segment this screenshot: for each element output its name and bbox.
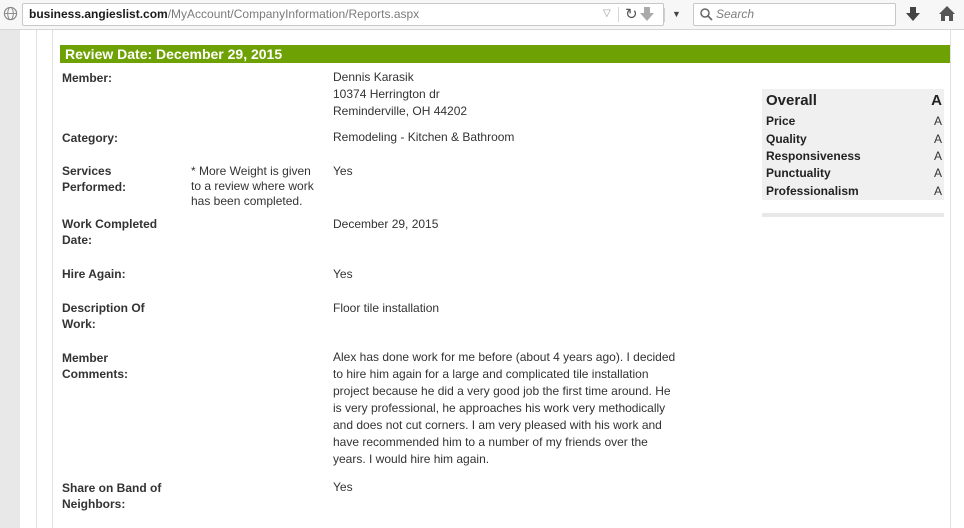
work-completed-label: Work Completed Date: <box>62 216 157 248</box>
rating-label-punctuality: Punctuality <box>766 166 831 180</box>
rating-label-responsiveness: Responsiveness <box>766 149 861 163</box>
divider <box>950 30 951 528</box>
description-label: Description Of Work: <box>62 300 145 332</box>
member-label: Member: <box>62 71 113 85</box>
divider <box>762 213 944 217</box>
hire-again-label: Hire Again: <box>62 267 126 281</box>
search-input[interactable]: Search <box>716 7 754 21</box>
category-label: Category: <box>62 131 119 145</box>
description-label-line: Description Of <box>62 301 145 315</box>
left-rail <box>0 30 21 528</box>
rating-label-quality: Quality <box>766 132 807 146</box>
home-icon[interactable] <box>938 5 956 22</box>
member-name: Dennis Karasik <box>333 70 414 84</box>
url-text[interactable]: business.angieslist.com/MyAccount/Compan… <box>29 7 419 21</box>
services-note-line: * More Weight is given <box>191 164 311 178</box>
divider <box>664 8 665 22</box>
comments-line: is very professional, he approaches his … <box>333 401 666 415</box>
work-completed-label-line: Work Completed <box>62 217 158 231</box>
search-icon <box>700 8 713 21</box>
share-label-line: Neighbors: <box>62 497 126 511</box>
comments-line: to hire him again for a large and compli… <box>333 367 649 381</box>
rating-label-price: Price <box>766 114 796 128</box>
reload-icon[interactable]: ↻ <box>625 5 638 23</box>
globe-icon[interactable] <box>3 6 18 21</box>
work-completed-value: December 29, 2015 <box>333 217 439 231</box>
search-box[interactable]: Search <box>693 3 896 26</box>
services-label-line: Services <box>62 164 112 178</box>
address-bar[interactable]: business.angieslist.com/MyAccount/Compan… <box>22 3 664 26</box>
comments-label-line: Member <box>62 351 109 365</box>
description-label-line: Work: <box>62 317 96 331</box>
member-address-line2: Reminderville, OH 44202 <box>333 104 468 118</box>
comments-line: project because he did a very good job t… <box>333 384 671 398</box>
rating-grade-quality: A <box>933 132 942 146</box>
comments-line: years. I would hire him again. <box>333 452 490 466</box>
rating-label-professionalism: Professionalism <box>766 184 859 198</box>
comments-line: Alex has done work for me before (about … <box>333 350 676 364</box>
member-address-line1: 10374 Herrington dr <box>333 87 440 101</box>
hire-again-value: Yes <box>333 267 353 281</box>
review-date-title: Review Date: December 29, 2015 <box>65 46 283 62</box>
url-host: business.angieslist.com <box>29 7 168 21</box>
divider <box>36 30 37 528</box>
description-value: Floor tile installation <box>333 301 440 315</box>
services-note-line: has been completed. <box>191 194 303 208</box>
share-label-line: Share on Band of <box>62 481 162 495</box>
comments-label: Member Comments: <box>62 350 128 382</box>
share-label: Share on Band of Neighbors: <box>62 480 161 512</box>
browser-toolbar: business.angieslist.com/MyAccount/Compan… <box>0 0 964 30</box>
download-icon[interactable] <box>640 6 654 22</box>
menu-arrow-icon[interactable]: ▼ <box>672 9 681 19</box>
comments-text: Alex has done work for me before (about … <box>333 349 675 468</box>
services-value: Yes <box>333 164 353 178</box>
dropdown-arrow-icon[interactable]: ▽ <box>603 8 611 19</box>
rating-grade-price: A <box>933 114 942 128</box>
category-value: Remodeling - Kitchen & Bathroom <box>333 130 515 144</box>
work-completed-label-line: Date: <box>62 233 93 247</box>
download-icon[interactable] <box>906 6 920 22</box>
divider <box>618 7 619 22</box>
ratings-panel: Overall A Price A Quality A Responsivene… <box>762 89 944 200</box>
services-note: * More Weight is given to a review where… <box>191 164 314 209</box>
share-value: Yes <box>333 480 353 494</box>
services-label: Services Performed: <box>62 163 126 195</box>
url-path: /MyAccount/CompanyInformation/Reports.as… <box>167 7 420 21</box>
comments-line: have recommended him to a number of my f… <box>333 435 648 449</box>
comments-line: and does not cut corners. I am very plea… <box>333 418 662 432</box>
services-label-line: Performed: <box>62 180 127 194</box>
services-note-line: to a review where work <box>191 179 314 193</box>
divider <box>52 30 53 528</box>
rating-grade-professionalism: A <box>933 184 942 198</box>
rating-grade-punctuality: A <box>933 166 942 180</box>
review-header: Review Date: December 29, 2015 <box>60 45 950 63</box>
rating-grade-responsiveness: A <box>933 149 942 163</box>
overall-label: Overall <box>766 92 817 109</box>
comments-label-line: Comments: <box>62 367 129 381</box>
overall-grade: A <box>931 92 942 109</box>
